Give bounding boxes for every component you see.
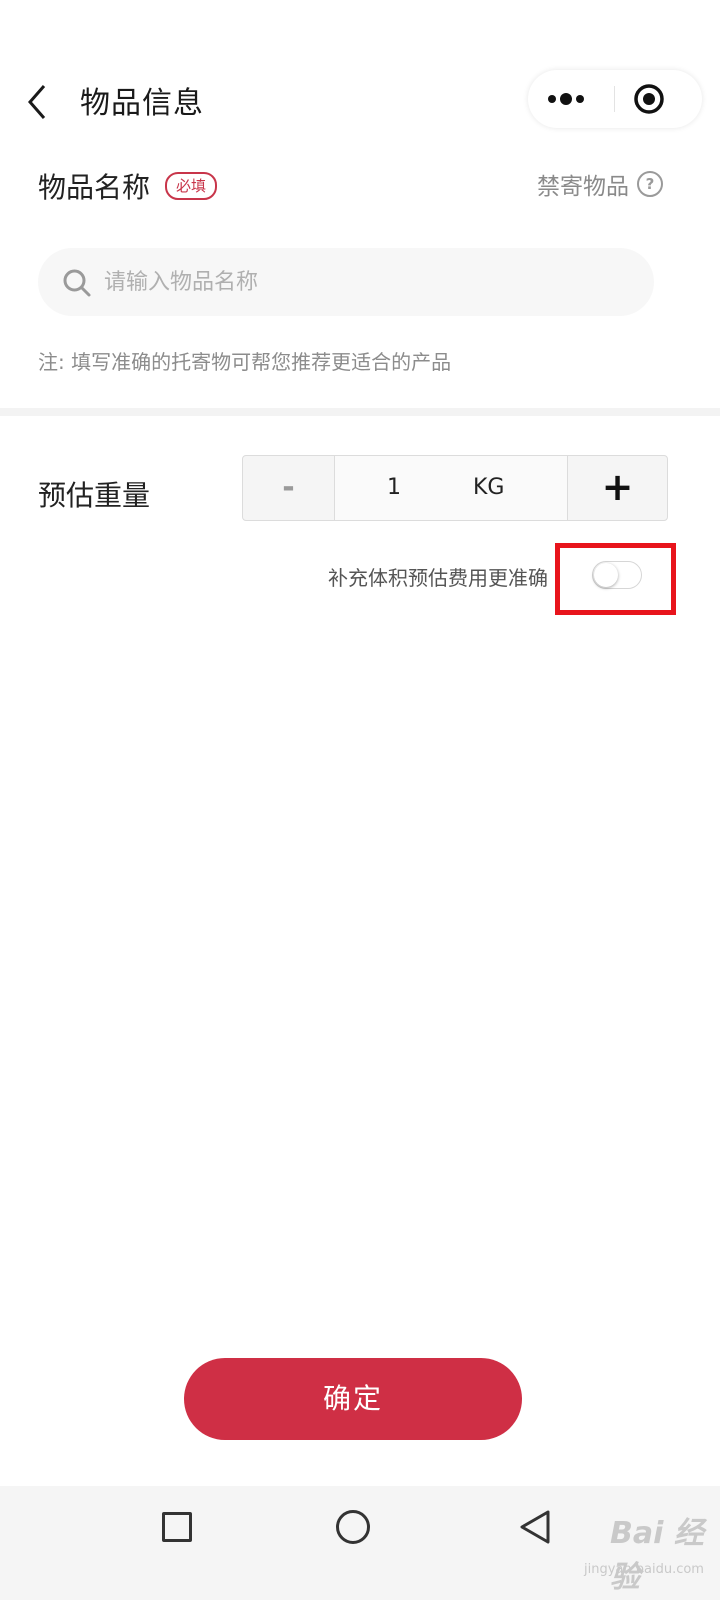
close-mini-program-button[interactable] [616, 70, 702, 128]
weight-unit: KG [473, 475, 505, 500]
prohibited-items-link[interactable]: 禁寄物品 ? [537, 166, 663, 202]
search-icon [63, 269, 91, 297]
mini-program-capsule [528, 70, 702, 128]
item-name-label: 物品名称 [38, 171, 151, 204]
more-button[interactable] [528, 70, 615, 128]
item-name-search-box[interactable] [38, 248, 654, 316]
help-icon: ? [637, 171, 663, 197]
section-divider [0, 408, 720, 416]
weight-value: 1 [387, 475, 401, 500]
chevron-left-icon [28, 85, 46, 119]
page-title: 物品信息 [80, 86, 204, 121]
watermark-subtext: jingyan.baidu.com [584, 1562, 704, 1577]
baidu-watermark: Bai 经验 jingyan.baidu.com [540, 1498, 710, 1595]
required-badge: 必填 [165, 172, 218, 200]
square-icon[interactable] [162, 1512, 192, 1542]
increase-weight-button[interactable]: + [567, 456, 667, 520]
item-name-input[interactable] [104, 248, 624, 316]
target-circle-icon [634, 84, 664, 114]
item-name-note: 注: 填写准确的托寄物可帮您推荐更适合的产品 [38, 350, 452, 374]
weight-value-field[interactable]: 1 KG [335, 456, 567, 520]
weight-label: 预估重量 [38, 479, 151, 512]
decrease-weight-button[interactable]: - [243, 456, 335, 520]
prohibited-items-label: 禁寄物品 [537, 174, 629, 200]
watermark-text: Bai 经验 [610, 1516, 704, 1595]
annotation-highlight-box [555, 543, 676, 615]
more-dots-icon [548, 93, 584, 105]
circle-icon[interactable] [336, 1510, 370, 1544]
volume-hint-text: 补充体积预估费用更准确 [328, 566, 548, 590]
confirm-button[interactable]: 确定 [184, 1358, 522, 1440]
weight-stepper: - 1 KG + [242, 455, 668, 521]
capsule-divider [614, 86, 615, 112]
back-button[interactable] [24, 80, 54, 124]
